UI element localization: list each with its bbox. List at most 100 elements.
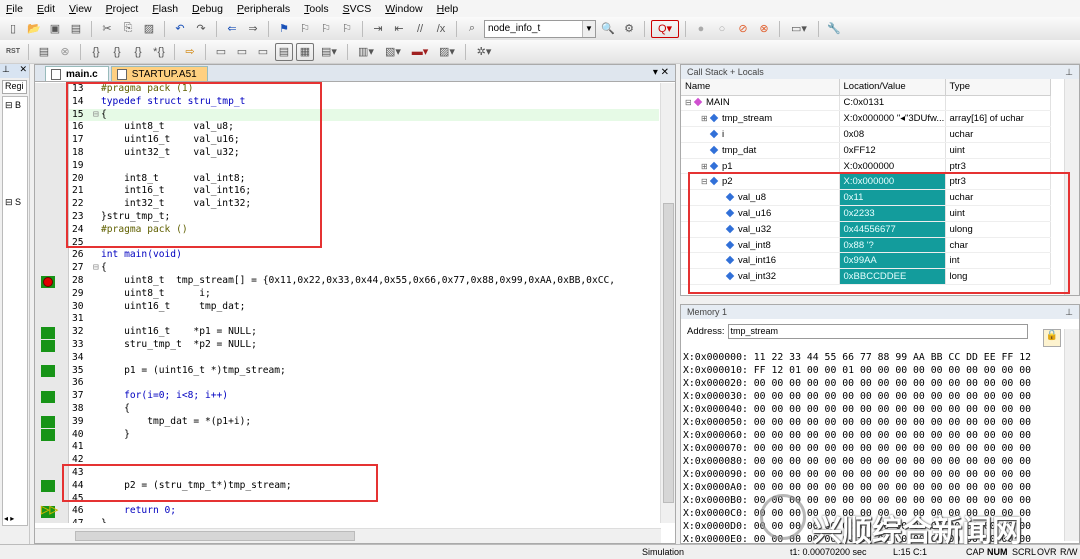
symbols-window-icon[interactable]: ▭: [254, 43, 272, 61]
tab-startup-a51[interactable]: STARTUP.A51: [110, 66, 208, 81]
pin-icon[interactable]: ⊥: [2, 64, 10, 78]
menu-item-edit[interactable]: Edit: [37, 3, 55, 15]
memory-line[interactable]: X:0x000020: 00 00 00 00 00 00 00 00 00 0…: [683, 377, 1031, 390]
col-type[interactable]: Type: [945, 79, 1051, 96]
save-all-icon[interactable]: ▤: [67, 20, 85, 38]
menu-item-help[interactable]: Help: [437, 3, 459, 15]
memory-line[interactable]: X:0x000040: 00 00 00 00 00 00 00 00 00 0…: [683, 403, 1031, 416]
back-icon[interactable]: ⇐: [223, 20, 241, 38]
code-line[interactable]: 36: [69, 377, 659, 390]
variable-value[interactable]: 0x08: [839, 126, 946, 143]
prev-bookmark-icon[interactable]: ⚐: [296, 20, 314, 38]
registers-window-icon[interactable]: ▤: [275, 42, 293, 61]
call-stack-window-icon[interactable]: ▦: [296, 42, 314, 61]
variable-value[interactable]: X:0x000000 "◂"3DUfw...: [839, 110, 946, 128]
cut-icon[interactable]: ✂: [98, 20, 116, 38]
memory-line[interactable]: X:0x000050: 00 00 00 00 00 00 00 00 00 0…: [683, 416, 1031, 429]
new-file-icon[interactable]: ▯: [4, 20, 22, 38]
menu-item-view[interactable]: View: [69, 3, 92, 15]
analysis-window-icon[interactable]: ▬▾: [408, 43, 432, 61]
editor-gutter[interactable]: ▷▷: [35, 83, 69, 523]
code-line[interactable]: 33 stru_tmp_t *p2 = NULL;: [69, 339, 659, 352]
code-line[interactable]: 35 p1 = (uint16_t *)tmp_stream;: [69, 365, 659, 378]
code-line[interactable]: 34: [69, 352, 659, 365]
code-line[interactable]: 27 ⊟{: [69, 262, 659, 275]
trace-window-icon[interactable]: ▨▾: [435, 43, 459, 61]
menu-item-svcs[interactable]: SVCS: [343, 3, 372, 15]
memory-line[interactable]: X:0x000060: 00 00 00 00 00 00 00 00 00 0…: [683, 429, 1031, 442]
col-location-value[interactable]: Location/Value: [839, 79, 946, 96]
menu-item-tools[interactable]: Tools: [304, 3, 329, 15]
open-file-icon[interactable]: 📂: [25, 20, 43, 38]
code-line[interactable]: 38 {: [69, 403, 659, 416]
configure-icon[interactable]: 🔧: [825, 20, 843, 38]
scroll-thumb[interactable]: [75, 531, 355, 541]
menu-item-flash[interactable]: Flash: [152, 3, 178, 15]
tree-item-s[interactable]: ⊟ S: [5, 197, 21, 208]
memory-line[interactable]: X:0x0000A0: 00 00 00 00 00 00 00 00 00 0…: [683, 481, 1031, 494]
editor-vertical-scrollbar[interactable]: [660, 83, 675, 523]
menu-item-project[interactable]: Project: [106, 3, 139, 15]
memory-line[interactable]: X:0x000030: 00 00 00 00 00 00 00 00 00 0…: [683, 390, 1031, 403]
redo-icon[interactable]: ↷: [192, 20, 210, 38]
editor-horizontal-scrollbar[interactable]: [35, 528, 661, 543]
disassembly-window-icon[interactable]: ▭: [233, 43, 251, 61]
menu-item-window[interactable]: Window: [385, 3, 422, 15]
toolbox-icon[interactable]: ✲▾: [472, 43, 496, 61]
window-layout-icon[interactable]: ▭▾: [786, 20, 812, 38]
code-line[interactable]: 40 }: [69, 429, 659, 442]
kill-breakpoints-icon[interactable]: ⊗: [755, 20, 773, 38]
incremental-find-icon[interactable]: ⚙: [620, 20, 638, 38]
paste-icon[interactable]: ▨: [140, 20, 158, 38]
memory-line[interactable]: X:0x000010: FF 12 01 00 00 01 00 00 00 0…: [683, 364, 1031, 377]
forward-icon[interactable]: ⇒: [244, 20, 262, 38]
memory-line[interactable]: X:0x000080: 00 00 00 00 00 00 00 00 00 0…: [683, 455, 1031, 468]
debug-session-icon[interactable]: Q▾: [651, 19, 679, 38]
chevron-down-icon[interactable]: ▼: [582, 20, 595, 37]
col-name[interactable]: Name: [681, 79, 840, 96]
memory-line[interactable]: X:0x000000: 11 22 33 44 55 66 77 88 99 A…: [683, 351, 1031, 364]
find-in-files-icon[interactable]: ⌕: [463, 20, 481, 38]
expand-toggle-icon[interactable]: ⊞: [701, 162, 709, 171]
bookmark-icon[interactable]: ⚑: [275, 20, 293, 38]
code-line[interactable]: 41: [69, 441, 659, 454]
code-line[interactable]: 28 uint8_t tmp_stream[] = {0x11,0x22,0x3…: [69, 275, 659, 288]
code-line[interactable]: 30 uint16_t tmp_dat;: [69, 301, 659, 314]
code-line[interactable]: 31: [69, 313, 659, 326]
reset-icon[interactable]: RST: [4, 43, 22, 61]
watch-window-icon[interactable]: ▤▾: [317, 43, 341, 61]
run-to-cursor-icon[interactable]: *{}: [150, 43, 168, 61]
step-into-icon[interactable]: {}: [87, 43, 105, 61]
code-line[interactable]: 26 int main(void): [69, 249, 659, 262]
memory-scrollbar[interactable]: [1064, 329, 1079, 541]
show-next-statement-icon[interactable]: ⇨: [181, 43, 199, 61]
indent-icon[interactable]: ⇥: [369, 20, 387, 38]
run-icon[interactable]: ▤: [35, 43, 53, 61]
disable-breakpoints-icon[interactable]: ⊘: [734, 20, 752, 38]
tree-item-b[interactable]: ⊟ B: [5, 100, 21, 111]
menu-item-file[interactable]: File: [6, 3, 23, 15]
close-icon[interactable]: ✕: [19, 64, 27, 78]
menu-item-debug[interactable]: Debug: [192, 3, 223, 15]
copy-icon[interactable]: ⎘: [119, 20, 137, 38]
menu-item-peripherals[interactable]: Peripherals: [237, 3, 290, 15]
code-line[interactable]: 47}: [69, 518, 659, 523]
clear-bookmarks-icon[interactable]: ⚐: [338, 20, 356, 38]
code-line[interactable]: 32 uint16_t *p1 = NULL;: [69, 326, 659, 339]
serial-window-icon[interactable]: ▧▾: [381, 43, 405, 61]
step-out-icon[interactable]: {}: [129, 43, 147, 61]
enable-breakpoint-icon[interactable]: ○: [713, 20, 731, 38]
scroll-thumb[interactable]: [663, 203, 674, 503]
command-window-icon[interactable]: ▭: [212, 43, 230, 61]
code-line[interactable]: 29 uint8_t i;: [69, 288, 659, 301]
expand-toggle-icon[interactable]: ⊞: [701, 114, 709, 123]
uncomment-icon[interactable]: /x: [432, 20, 450, 38]
undo-icon[interactable]: ↶: [171, 20, 189, 38]
memory-line[interactable]: X:0x000070: 00 00 00 00 00 00 00 00 00 0…: [683, 442, 1031, 455]
pin-icon[interactable]: ⊥: [1065, 67, 1073, 78]
register-tab[interactable]: Regi: [2, 80, 27, 94]
tree-scroll-arrows[interactable]: ◂ ▸: [4, 514, 14, 523]
code-line[interactable]: 37 for(i=0; i<8; i++): [69, 390, 659, 403]
code-line[interactable]: 46 return 0;: [69, 505, 659, 518]
call-stack-row[interactable]: tmp_dat 0xFF12 uint: [681, 142, 1051, 159]
